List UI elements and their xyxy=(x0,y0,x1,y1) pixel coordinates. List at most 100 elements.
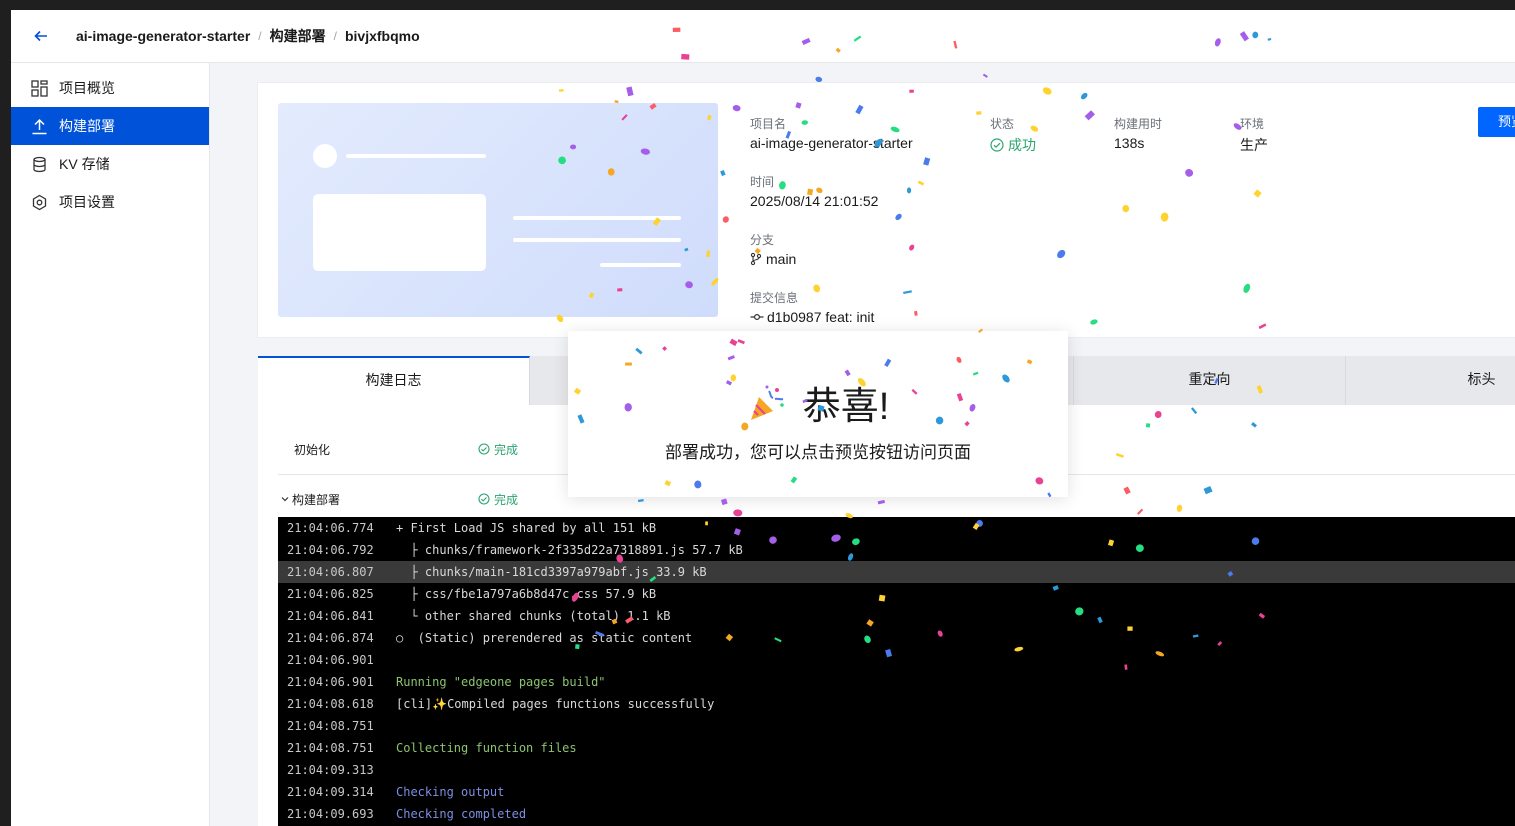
sidebar-item-kv[interactable]: KV 存储 xyxy=(11,145,209,183)
status-label: 状态 xyxy=(990,117,1015,131)
tab-build-log[interactable]: 构建日志 xyxy=(258,356,530,405)
sidebar-item-overview[interactable]: 项目概览 xyxy=(11,69,209,107)
log-timestamp: 21:04:09.313 xyxy=(287,763,374,777)
back-arrow-icon[interactable] xyxy=(29,24,53,48)
log-timestamp: 21:04:06.792 xyxy=(287,543,374,557)
log-line: 21:04:09.693 Checking completed xyxy=(278,803,1515,825)
step-status-text: 完成 xyxy=(494,492,519,507)
party-popper-icon xyxy=(750,385,784,420)
log-line: 21:04:06.874 ○ (Static) prerendered as st… xyxy=(278,627,1515,649)
log-timestamp: 21:04:09.693 xyxy=(287,807,374,821)
sidebar-item-settings[interactable]: 项目设置 xyxy=(11,183,209,221)
log-line: 21:04:06.901 Running "edgeone pages build… xyxy=(278,671,1515,693)
modal-title-row: 恭喜! xyxy=(568,375,1068,430)
log-line: 21:04:06.807 ├ chunks/main-181cd3397a979… xyxy=(278,561,1515,583)
log-message: + First Load JS shared by all 151 kB xyxy=(396,521,657,535)
log-timestamp: 21:04:06.901 xyxy=(287,675,374,689)
breadcrumb: ai-image-generator-starter / 构建部署 / bivj… xyxy=(76,26,420,46)
log-timestamp: 21:04:06.825 xyxy=(287,587,374,601)
tab-redirect[interactable]: 重定向 xyxy=(1074,356,1346,405)
log-timestamp: 21:04:06.841 xyxy=(287,609,374,623)
log-timestamp: 21:04:06.807 xyxy=(287,565,374,579)
log-line: 21:04:09.314 Checking output xyxy=(278,781,1515,803)
log-timestamp: 21:04:06.874 xyxy=(287,631,374,645)
log-timestamp: 21:04:08.618 xyxy=(287,697,374,711)
check-circle-icon xyxy=(478,493,490,505)
log-message: Checking completed xyxy=(396,807,527,821)
git-branch-icon xyxy=(750,252,762,266)
log-line: 21:04:08.751 xyxy=(278,715,1515,737)
step-name-wrap: 构建部署 xyxy=(278,491,478,508)
step-status: 完成 xyxy=(478,441,518,458)
breadcrumb-deployment-id: bivjxfbqmo xyxy=(344,28,420,44)
log-timestamp: 21:04:06.901 xyxy=(287,653,374,667)
step-name: 构建部署 xyxy=(292,492,341,507)
log-timestamp: 21:04:09.314 xyxy=(287,785,374,799)
check-circle-icon xyxy=(478,443,490,455)
overview-icon xyxy=(30,79,48,97)
sidebar: 项目概览 构建部署 KV 存储 项目设置 xyxy=(11,63,210,826)
check-circle-icon xyxy=(990,138,1004,152)
sidebar-item-label: KV 存储 xyxy=(59,156,110,172)
log-line: 21:04:06.901 xyxy=(278,649,1515,671)
log-line: 21:04:08.618 [cli]✨Compiled pages functio… xyxy=(278,693,1515,715)
preview-thumbnail xyxy=(278,103,718,317)
modal-message: 部署成功，您可以点击预览按钮访问页面 xyxy=(665,443,971,462)
log-terminal[interactable]: 21:04:06.774 + First Load JS shared by al… xyxy=(278,517,1515,826)
top-header: ai-image-generator-starter / 构建部署 / bivj… xyxy=(11,10,1515,63)
duration-label: 构建用时 xyxy=(1114,117,1163,131)
duration-value: 138s xyxy=(1114,135,1145,151)
log-line: 21:04:06.841 └ other shared chunks (tota… xyxy=(278,605,1515,627)
step-name: 初始化 xyxy=(294,442,331,457)
log-timestamp: 21:04:08.751 xyxy=(287,741,374,755)
success-modal: 恭喜! 部署成功，您可以点击预览按钮访问页面 xyxy=(568,331,1068,497)
deployment-info-card: 项目名 ai-image-generator-starter 状态 成功 构建用… xyxy=(258,83,1515,337)
upload-icon xyxy=(30,117,48,135)
preview-button[interactable]: 预览 xyxy=(1478,107,1515,137)
step-status-text: 完成 xyxy=(494,442,519,457)
log-message: └ other shared chunks (total) 1.1 kB xyxy=(396,609,671,623)
database-icon xyxy=(30,155,48,173)
branch-label: 分支 xyxy=(750,233,775,247)
sidebar-item-deploy[interactable]: 构建部署 xyxy=(11,107,209,145)
chevron-down-icon xyxy=(281,496,289,501)
breadcrumb-separator: / xyxy=(333,29,337,43)
sidebar-item-label: 项目概览 xyxy=(59,80,115,96)
breadcrumb-deploy[interactable]: 构建部署 xyxy=(270,26,326,46)
branch-value-row: main xyxy=(750,251,796,267)
git-commit-icon xyxy=(750,313,764,321)
log-line: 21:04:06.774 + First Load JS shared by al… xyxy=(278,517,1515,539)
log-message: [cli]✨Compiled pages functions successfu… xyxy=(396,697,715,711)
log-message: ├ css/fbe1a797a6b8d47c.css 57.9 kB xyxy=(396,587,657,601)
log-line: 21:04:06.825 ├ css/fbe1a797a6b8d47c.css … xyxy=(278,583,1515,605)
tab-headers[interactable]: 标头 xyxy=(1346,356,1515,405)
status-value: 成功 xyxy=(1008,137,1036,153)
breadcrumb-project[interactable]: ai-image-generator-starter xyxy=(76,28,250,44)
sidebar-item-label: 项目设置 xyxy=(59,194,115,210)
branch-value: main xyxy=(766,251,797,267)
log-timestamp: 21:04:08.751 xyxy=(287,719,374,733)
time-value: 2025/08/14 21:01:52 xyxy=(750,193,879,209)
breadcrumb-separator: / xyxy=(258,29,262,43)
environment-value: 生产 xyxy=(1240,137,1268,153)
sidebar-item-label: 构建部署 xyxy=(59,118,115,134)
log-message: ├ chunks/framework-2f335d22a7318891.js 5… xyxy=(396,543,743,557)
log-line: 21:04:09.313 xyxy=(278,759,1515,781)
log-message: ○ (Static) prerendered as static content xyxy=(396,631,693,645)
commit-value: d1b0987 feat: init xyxy=(767,309,875,325)
log-message: Checking output xyxy=(396,785,505,799)
log-line: 21:04:06.792 ├ chunks/framework-2f335d22… xyxy=(278,539,1515,561)
environment-label: 环境 xyxy=(1240,117,1265,131)
commit-value-row: d1b0987 feat: init xyxy=(750,309,874,325)
log-message: Running "edgeone pages build" xyxy=(396,675,606,689)
status-badge: 成功 xyxy=(990,135,1036,155)
commit-label: 提交信息 xyxy=(750,291,799,305)
log-line: 21:04:08.751 Collecting function files xyxy=(278,737,1515,759)
project-name-label: 项目名 xyxy=(750,117,787,131)
settings-icon xyxy=(30,193,48,211)
log-message: ├ chunks/main-181cd3397a979abf.js 33.9 k… xyxy=(396,565,707,579)
modal-title: 恭喜! xyxy=(802,386,890,428)
step-status: 完成 xyxy=(478,491,518,508)
log-message: Collecting function files xyxy=(396,741,577,755)
time-label: 时间 xyxy=(750,175,775,189)
